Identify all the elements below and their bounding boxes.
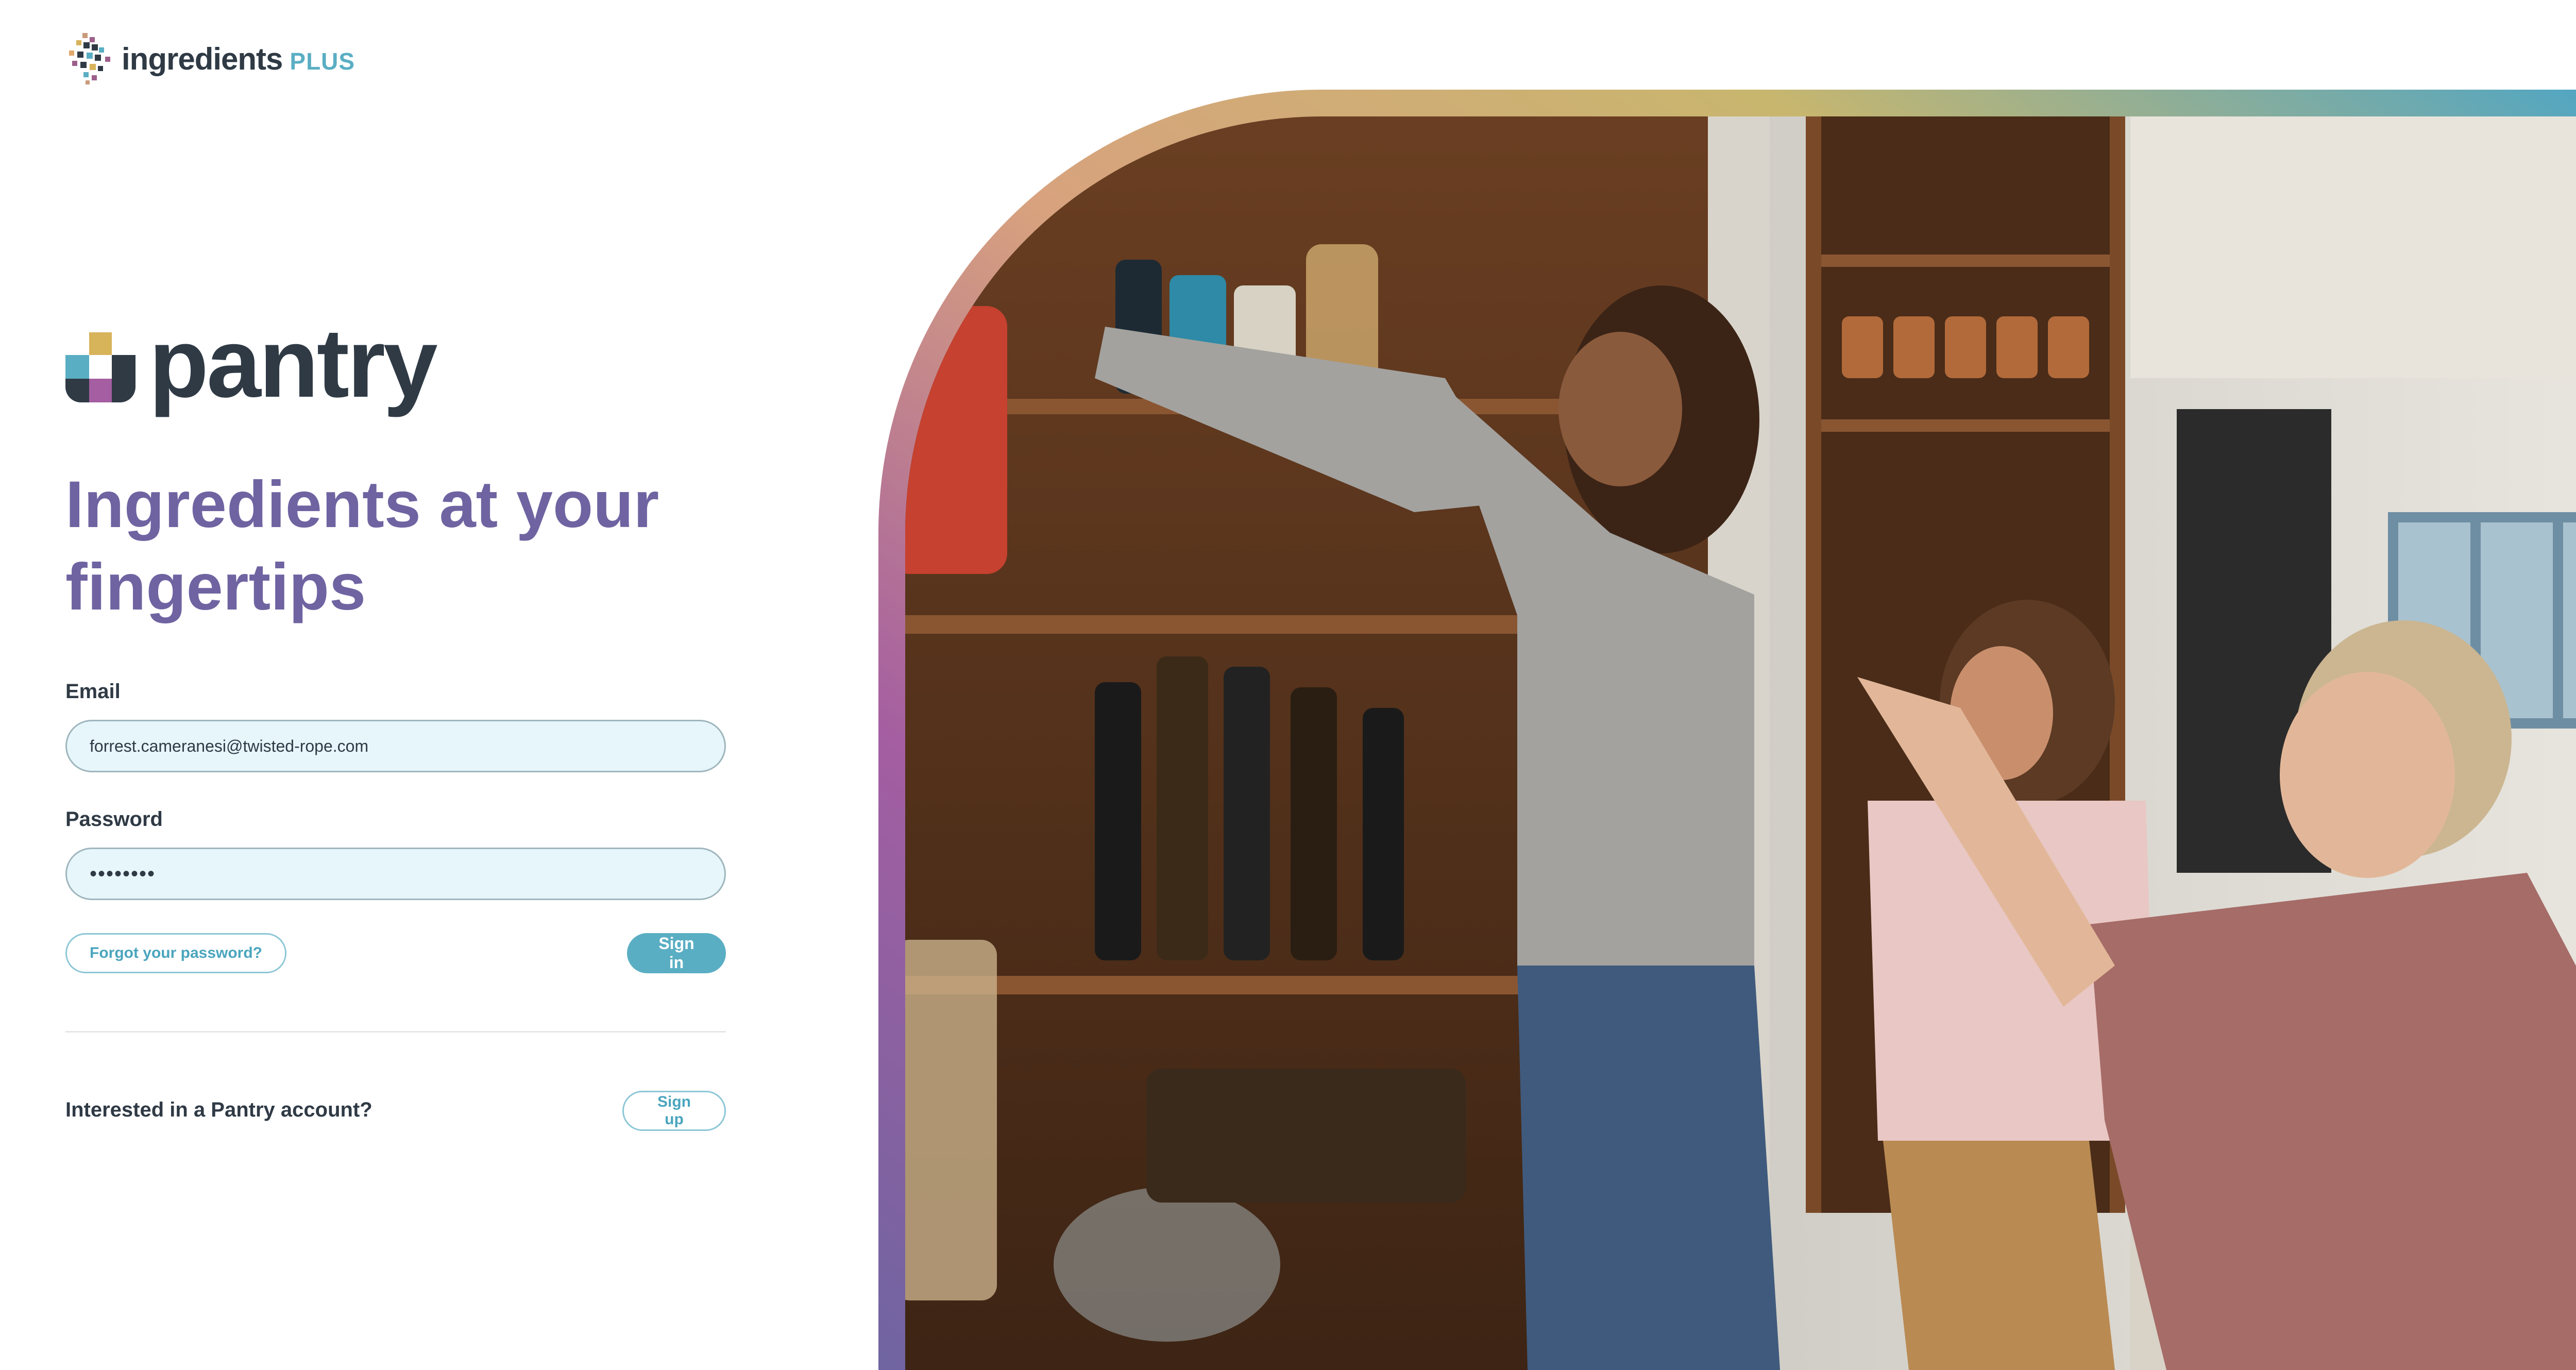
hero-image xyxy=(878,90,2576,1370)
pantry-logo: pantry xyxy=(65,314,438,412)
ingredients-plus-logo[interactable]: ingredients PLUS xyxy=(65,32,355,86)
signup-prompt: Interested in a Pantry account? xyxy=(65,1098,372,1121)
pantry-logo-icon xyxy=(65,332,135,402)
email-field[interactable] xyxy=(65,720,726,772)
page-headline: Ingredients at your fingertips xyxy=(65,464,726,629)
brand-suffix: PLUS xyxy=(290,47,355,75)
forgot-password-button[interactable]: Forgot your password? xyxy=(65,933,287,973)
product-name: pantry xyxy=(149,309,438,418)
ingredients-plus-logo-icon xyxy=(69,33,110,84)
sign-up-button[interactable]: Sign up xyxy=(622,1091,726,1131)
brand-name: ingredients xyxy=(122,41,283,76)
sign-in-button[interactable]: Sign in xyxy=(627,933,726,973)
login-page: ingredients PLUS pantry Ingredients at y… xyxy=(0,0,2576,1370)
headline-line-2: fingertips xyxy=(65,550,366,624)
divider xyxy=(65,1031,726,1033)
pantry-family-photo-icon xyxy=(878,90,2576,1370)
headline-line-1: Ingredients at your xyxy=(65,468,659,542)
password-field[interactable] xyxy=(65,848,726,900)
email-label: Email xyxy=(65,680,121,703)
password-label: Password xyxy=(65,808,163,831)
